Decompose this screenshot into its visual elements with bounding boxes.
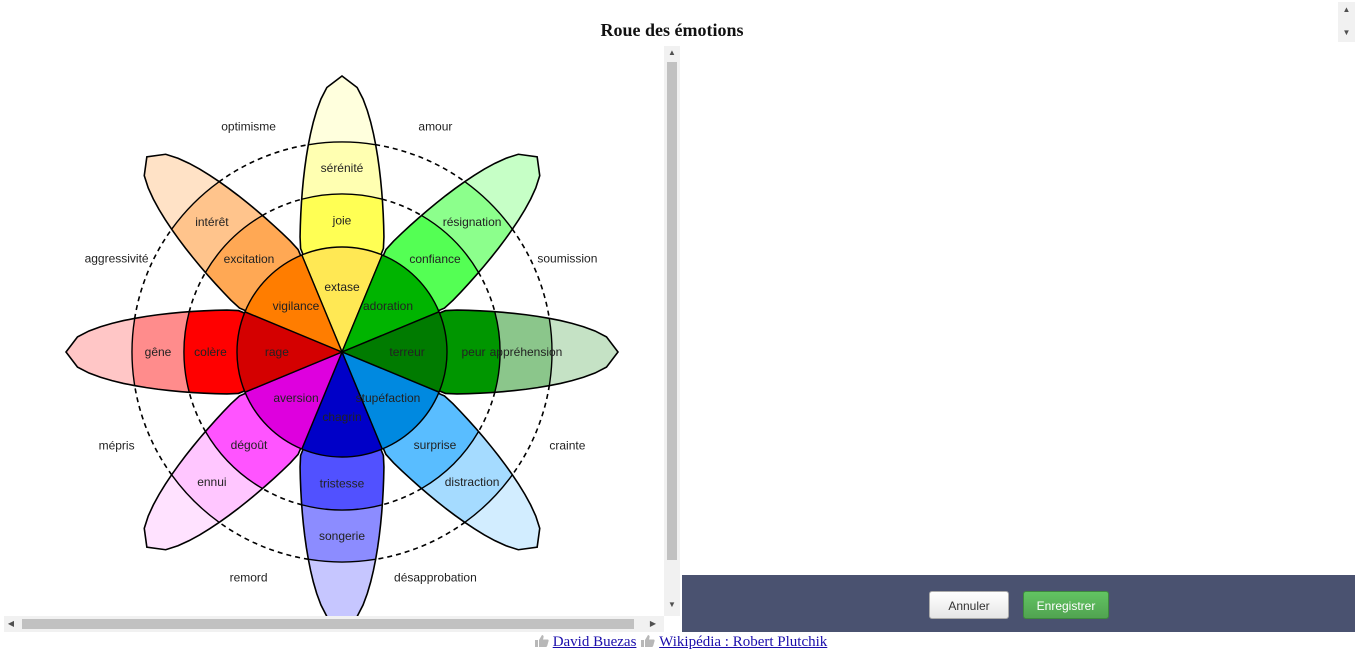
- author-link[interactable]: David Buezas: [553, 634, 637, 650]
- save-button[interactable]: Enregistrer: [1023, 591, 1109, 619]
- emotion-label[interactable]: excitation: [224, 252, 275, 266]
- cancel-button[interactable]: Annuler: [929, 591, 1009, 619]
- dashed-ring: [261, 198, 303, 217]
- dyad-label: mépris: [99, 438, 135, 452]
- thumbs-up-icon: [534, 634, 549, 647]
- dashed-ring: [133, 228, 173, 319]
- wheel-vertical-scrollbar[interactable]: ▲ ▼: [664, 46, 680, 616]
- page-title: Roue des émotions: [600, 20, 744, 40]
- emotion-label[interactable]: surprise: [414, 438, 457, 452]
- vertical-scroll-thumb[interactable]: [667, 62, 677, 560]
- dashed-ring: [477, 391, 496, 433]
- emotion-label[interactable]: extase: [324, 280, 360, 294]
- emotion-label[interactable]: joie: [332, 214, 352, 228]
- dashed-ring: [188, 391, 207, 433]
- dyad-label: remord: [230, 570, 268, 584]
- wheel-horizontal-scrollbar[interactable]: ◀ ▶: [4, 616, 664, 632]
- emotion-label[interactable]: intérêt: [195, 215, 229, 229]
- dyad-label: optimisme: [221, 120, 276, 134]
- emotion-label[interactable]: adoration: [363, 299, 413, 313]
- dashed-ring: [381, 487, 423, 506]
- emotion-label[interactable]: stupéfaction: [356, 391, 421, 405]
- dashed-ring: [375, 521, 466, 561]
- emotion-wheel[interactable]: extase joie sérénité adoration confiance rési…: [4, 48, 664, 618]
- emotion-label[interactable]: dégoût: [231, 438, 268, 452]
- scroll-left-icon[interactable]: ◀: [4, 616, 18, 632]
- dashed-ring: [511, 228, 551, 319]
- emotion-label[interactable]: sérénité: [321, 161, 364, 175]
- dyad-label: amour: [418, 120, 452, 134]
- emotion-label[interactable]: ennui: [197, 475, 226, 489]
- emotion-label[interactable]: tristesse: [320, 477, 365, 491]
- scroll-down-icon[interactable]: ▼: [664, 598, 680, 612]
- emotion-label[interactable]: peur: [461, 345, 485, 359]
- dashed-ring: [218, 521, 309, 561]
- scroll-up-icon[interactable]: ▲: [1338, 3, 1355, 17]
- emotion-label[interactable]: chagrin: [322, 410, 361, 424]
- emotion-wheel-panel: extase joie sérénité adoration confiance rési…: [4, 48, 664, 618]
- scroll-up-icon[interactable]: ▲: [664, 46, 680, 60]
- emotion-label[interactable]: aversion: [273, 391, 318, 405]
- text-area-scrollbar[interactable]: ▲ ▼: [1338, 2, 1355, 42]
- dashed-ring: [375, 143, 466, 183]
- dyad-label: désapprobation: [394, 570, 477, 584]
- dyad-label: aggressivité: [85, 252, 149, 266]
- emotion-label[interactable]: gêne: [145, 345, 172, 359]
- action-bar: Annuler Enregistrer: [682, 575, 1355, 632]
- dyad-label: crainte: [549, 438, 585, 452]
- scroll-down-icon[interactable]: ▼: [1338, 26, 1355, 40]
- emotion-label[interactable]: vigilance: [273, 299, 320, 313]
- dashed-ring: [218, 143, 309, 183]
- dashed-ring: [477, 271, 496, 313]
- dyad-label: soumission: [537, 252, 597, 266]
- emotion-label[interactable]: rage: [265, 345, 289, 359]
- dashed-ring: [188, 271, 207, 313]
- emotion-label[interactable]: colère: [194, 345, 227, 359]
- emotion-label[interactable]: appréhension: [490, 345, 563, 359]
- emotion-label[interactable]: songerie: [319, 529, 365, 543]
- source-link[interactable]: Wikipédia : Robert Plutchik: [659, 634, 827, 650]
- emotion-label[interactable]: terreur: [389, 345, 424, 359]
- emotion-label[interactable]: confiance: [409, 252, 461, 266]
- credits: David Buezas Wikipédia : Robert Plutchik: [0, 634, 1361, 651]
- dashed-ring: [133, 385, 173, 476]
- dashed-ring: [381, 198, 423, 217]
- emotion-label[interactable]: distraction: [445, 475, 500, 489]
- thumbs-up-icon: [640, 634, 655, 647]
- horizontal-scroll-thumb[interactable]: [22, 619, 634, 629]
- scroll-right-icon[interactable]: ▶: [646, 616, 660, 632]
- dashed-ring: [511, 385, 551, 476]
- emotion-label[interactable]: résignation: [443, 215, 502, 229]
- dashed-ring: [261, 487, 303, 506]
